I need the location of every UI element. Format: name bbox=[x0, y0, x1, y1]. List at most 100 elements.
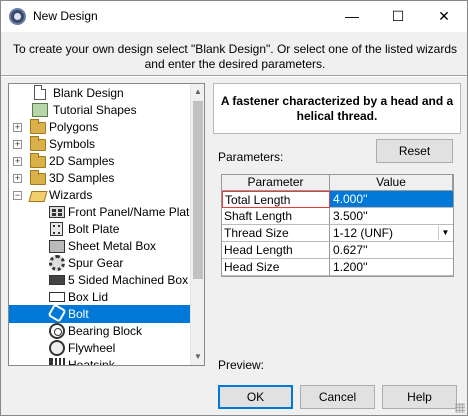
chevron-down-icon[interactable]: ▼ bbox=[438, 226, 452, 240]
tree-item-tutorial-shapes[interactable]: Tutorial Shapes bbox=[9, 101, 190, 119]
panel-icon bbox=[49, 206, 65, 218]
scroll-up-icon[interactable]: ▲ bbox=[191, 84, 204, 100]
tree-item-label: Bearing Block bbox=[68, 324, 143, 338]
tree-item-symbols[interactable]: + Symbols bbox=[9, 135, 190, 153]
gear-icon bbox=[49, 255, 65, 271]
tree-item-label: Front Panel/Name Plate/ bbox=[68, 205, 200, 219]
minimize-button[interactable]: — bbox=[329, 1, 375, 32]
tree-item-label: Box Lid bbox=[68, 290, 109, 304]
tree-scrollbar[interactable]: ▲ ▼ bbox=[190, 84, 204, 365]
wizard-panel: A fastener characterized by a head and a… bbox=[213, 83, 461, 372]
tree-item-bolt-plate[interactable]: Bolt Plate bbox=[9, 220, 190, 238]
column-header-value: Value bbox=[330, 175, 453, 191]
param-name: Head Size bbox=[222, 259, 330, 276]
flywheel-icon bbox=[49, 340, 65, 356]
expand-icon[interactable]: + bbox=[13, 157, 22, 166]
param-name: Thread Size bbox=[222, 225, 330, 242]
tree-item-3d-samples[interactable]: + 3D Samples bbox=[9, 169, 190, 187]
blank-doc-icon bbox=[34, 85, 46, 100]
tree-item-bearing-block[interactable]: Bearing Block bbox=[9, 322, 190, 340]
preview-label: Preview: bbox=[218, 358, 265, 372]
box-lid-icon bbox=[49, 292, 65, 302]
grid-header: Parameter Value bbox=[222, 175, 453, 191]
param-row-thread-size[interactable]: Thread Size 1-12 (UNF) ▼ bbox=[222, 225, 453, 242]
title-bar[interactable]: New Design — ☐ ✕ bbox=[1, 1, 467, 32]
param-value-shaft-length[interactable]: 3.500'' bbox=[330, 208, 453, 225]
reset-button[interactable]: Reset bbox=[376, 139, 453, 163]
resize-grip-icon[interactable] bbox=[455, 403, 465, 413]
tree-item-spur-gear[interactable]: Spur Gear bbox=[9, 254, 190, 272]
tree-item-label: Tutorial Shapes bbox=[53, 103, 137, 117]
column-header-parameter: Parameter bbox=[222, 175, 330, 191]
tree-item-label: Blank Design bbox=[53, 86, 124, 100]
tree-item-flywheel[interactable]: Flywheel bbox=[9, 339, 190, 357]
bolt-plate-icon bbox=[50, 222, 63, 236]
thread-size-value: 1-12 (UNF) bbox=[333, 226, 394, 240]
param-value-head-length[interactable]: 0.627'' bbox=[330, 242, 453, 259]
parameters-grid: Parameter Value Total Length 4.000'' Sha… bbox=[221, 174, 454, 277]
bolt-icon bbox=[47, 303, 67, 323]
shapes-icon bbox=[32, 103, 48, 117]
window-title: New Design bbox=[33, 9, 98, 23]
header-separator bbox=[1, 75, 467, 77]
tree-item-front-panel[interactable]: Front Panel/Name Plate/ bbox=[9, 203, 199, 221]
tree-item-label: 2D Samples bbox=[49, 154, 115, 168]
tree-item-label: Wizards bbox=[49, 188, 93, 202]
folder-icon bbox=[30, 136, 46, 151]
tree-item-blank-design[interactable]: Blank Design bbox=[9, 84, 190, 102]
app-icon bbox=[9, 8, 26, 25]
tree-item-5-sided-machined-box[interactable]: 5 Sided Machined Box bbox=[9, 271, 190, 289]
tree-item-label: Heatsink bbox=[68, 358, 115, 366]
cancel-button[interactable]: Cancel bbox=[300, 385, 375, 409]
param-name: Shaft Length bbox=[222, 208, 330, 225]
ok-button[interactable]: OK bbox=[218, 385, 293, 409]
tree-item-label: 5 Sided Machined Box bbox=[68, 273, 189, 287]
param-row-shaft-length[interactable]: Shaft Length 3.500'' bbox=[222, 208, 453, 225]
tree-item-bolt[interactable]: Bolt bbox=[9, 303, 190, 323]
scroll-down-icon[interactable]: ▼ bbox=[191, 349, 204, 365]
heatsink-icon bbox=[49, 358, 65, 365]
bearing-icon bbox=[49, 323, 65, 339]
collapse-icon[interactable]: − bbox=[13, 191, 22, 200]
new-design-dialog: New Design — ☐ ✕ To create your own desi… bbox=[0, 0, 468, 416]
thread-size-select[interactable]: 1-12 (UNF) ▼ bbox=[330, 225, 453, 242]
close-button[interactable]: ✕ bbox=[421, 1, 467, 32]
tree-item-label: Flywheel bbox=[68, 341, 116, 355]
sheet-metal-box-icon bbox=[49, 240, 65, 253]
tree-item-label: Sheet Metal Box bbox=[68, 239, 157, 253]
tree-item-heatsink[interactable]: Heatsink bbox=[9, 356, 190, 366]
expand-icon[interactable]: + bbox=[13, 140, 22, 149]
parameters-label: Parameters: bbox=[218, 150, 284, 164]
expand-icon[interactable]: + bbox=[13, 174, 22, 183]
maximize-button[interactable]: ☐ bbox=[375, 1, 421, 32]
tree-item-label: 3D Samples bbox=[49, 171, 115, 185]
tree-item-label: Symbols bbox=[49, 137, 96, 151]
param-value-total-length[interactable]: 4.000'' bbox=[330, 191, 453, 208]
machined-box-icon bbox=[49, 275, 65, 285]
tree-item-sheet-metal-box[interactable]: Sheet Metal Box bbox=[9, 237, 190, 255]
param-row-head-size[interactable]: Head Size 1.200'' bbox=[222, 259, 453, 276]
param-row-head-length[interactable]: Head Length 0.627'' bbox=[222, 242, 453, 259]
tree-item-label: Bolt Plate bbox=[68, 222, 120, 236]
tree-item-wizards[interactable]: − Wizards bbox=[9, 186, 190, 204]
help-button[interactable]: Help bbox=[382, 385, 457, 409]
param-name: Total Length bbox=[222, 191, 330, 208]
param-row-total-length[interactable]: Total Length 4.000'' bbox=[222, 191, 453, 208]
param-name: Head Length bbox=[222, 242, 330, 259]
folder-icon bbox=[30, 153, 46, 168]
tree-item-box-lid[interactable]: Box Lid bbox=[9, 288, 190, 306]
param-value-head-size[interactable]: 1.200'' bbox=[330, 259, 453, 276]
wizard-description: A fastener characterized by a head and a… bbox=[213, 83, 461, 134]
tree-item-polygons[interactable]: + Polygons bbox=[9, 118, 190, 136]
folder-icon bbox=[30, 119, 46, 134]
tree-item-label: Spur Gear bbox=[68, 256, 124, 270]
tree-item-label: Bolt bbox=[68, 307, 89, 321]
tree-item-2d-samples[interactable]: + 2D Samples bbox=[9, 152, 190, 170]
design-tree[interactable]: Blank Design Tutorial Shapes + Polygons … bbox=[8, 83, 205, 366]
instructions-text: To create your own design select "Blank … bbox=[12, 42, 458, 71]
tree-item-label: Polygons bbox=[49, 120, 99, 134]
folder-icon bbox=[30, 170, 46, 185]
folder-open-icon bbox=[28, 191, 48, 202]
expand-icon[interactable]: + bbox=[13, 123, 22, 132]
scroll-thumb[interactable] bbox=[193, 101, 203, 279]
